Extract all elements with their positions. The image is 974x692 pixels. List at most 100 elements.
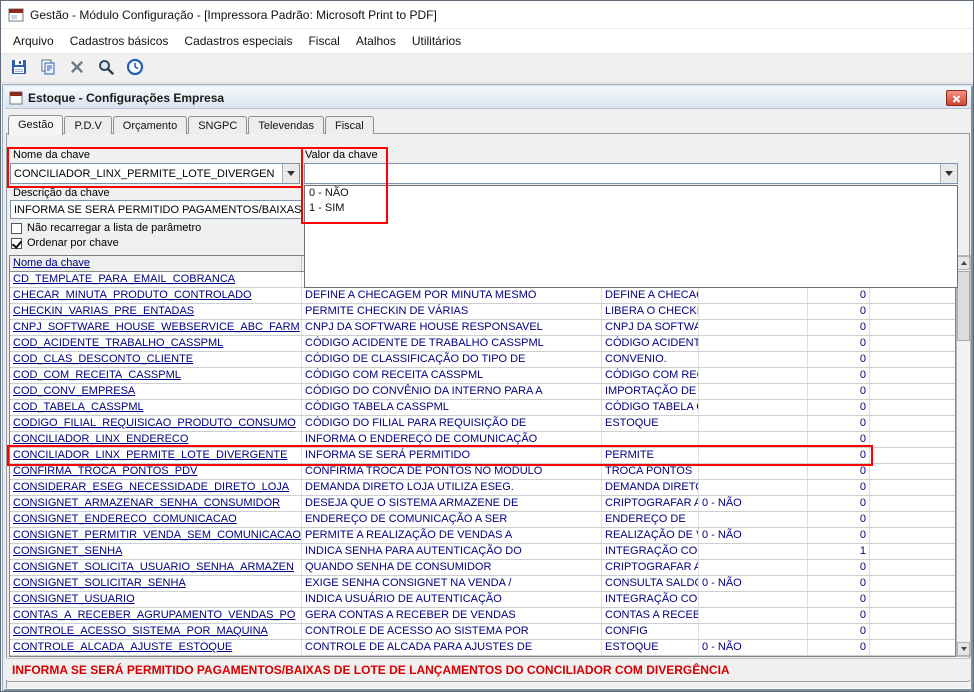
- scrollbar-down-button[interactable]: [957, 642, 970, 656]
- key-name-combobox[interactable]: CONCILIADOR_LINX_PERMITE_LOTE_DIVERGEN: [10, 163, 300, 184]
- grid-row[interactable]: CONSIGNET_USUARIOINDICA USUÁRIO DE AUTEN…: [10, 592, 955, 608]
- save-button[interactable]: [6, 56, 32, 80]
- grid-cell: [870, 320, 955, 335]
- scrollbar-up-button[interactable]: [957, 256, 970, 270]
- save-icon: [10, 58, 28, 79]
- grid-cell: 0: [808, 320, 870, 335]
- grid-cell: [699, 400, 808, 415]
- grid-row[interactable]: CONSIGNET_SOLICITAR_SENHAEXIGE SENHA CON…: [10, 576, 955, 592]
- search-button[interactable]: [93, 56, 119, 80]
- menu-item-arquivo[interactable]: Arquivo: [5, 29, 62, 53]
- key-name-value: CONCILIADOR_LINX_PERMITE_LOTE_DIVERGEN: [11, 168, 274, 180]
- grid-cell: [870, 640, 955, 655]
- grid-cell: CONTROLE_ALCADA_AJUSTE_ESTOQUE: [10, 640, 302, 655]
- grid-cell: CÓDIGO COM RECEITA CASSPML: [302, 368, 602, 383]
- grid-row[interactable]: CONTROLE_ACESSO_SISTEMA_POR_MAQUINACONTR…: [10, 624, 955, 640]
- menu-item-utilitarios[interactable]: Utilitários: [404, 29, 469, 53]
- tab-orcamento[interactable]: Orçamento: [113, 116, 187, 134]
- delete-button[interactable]: [64, 56, 90, 80]
- key-value-combobox[interactable]: [304, 163, 958, 184]
- scrollbar-thumb[interactable]: [957, 271, 970, 341]
- bottom-panel: [6, 681, 970, 689]
- tab-televendas[interactable]: Televendas: [248, 116, 324, 134]
- dropdown-option-1-sim[interactable]: 1 - SIM: [305, 201, 957, 216]
- grid-row[interactable]: CNPJ_SOFTWARE_HOUSE_WEBSERVICE_ABC_FARMC…: [10, 320, 955, 336]
- grid-cell: CONTAS A RECEBER: [602, 608, 699, 623]
- grid-row[interactable]: CONSIGNET_ARMAZENAR_SENHA_CONSUMIDORDESE…: [10, 496, 955, 512]
- menu-item-fiscal[interactable]: Fiscal: [300, 29, 347, 53]
- grid-row[interactable]: CONSIGNET_PERMITIR_VENDA_SEM_COMUNICACAO…: [10, 528, 955, 544]
- grid-cell: QUANDO SENHA DE CONSUMIDOR: [302, 560, 602, 575]
- window-titlebar: Gestão - Módulo Configuração - [Impresso…: [1, 1, 973, 29]
- grid-cell: GERA CONTAS A RECEBER DE VENDAS: [302, 608, 602, 623]
- tab-p-d-v[interactable]: P.D.V: [64, 116, 111, 134]
- grid-row[interactable]: CONTROLE_ALCADA_AJUSTE_ESTOQUECONTROLE D…: [10, 640, 955, 656]
- grid-row[interactable]: COD_COM_RECEITA_CASSPMLCÓDIGO COM RECEIT…: [10, 368, 955, 384]
- grid-cell: 0: [808, 560, 870, 575]
- toolbar: [1, 53, 973, 83]
- grid-cell: 0: [808, 400, 870, 415]
- dialog-titlebar[interactable]: Estoque - Configurações Empresa: [5, 87, 971, 109]
- arrow-up-icon: [961, 261, 967, 265]
- grid-row[interactable]: CONSIGNET_ENDERECO_COMUNICACAOENDEREÇO D…: [10, 512, 955, 528]
- history-button[interactable]: [122, 56, 148, 80]
- dropdown-option-0-nao[interactable]: 0 - NÃO: [305, 186, 957, 201]
- grid-row[interactable]: CODIGO_FILIAL_REQUISICAO_PRODUTO_CONSUMO…: [10, 416, 955, 432]
- grid-row[interactable]: CHECAR_MINUTA_PRODUTO_CONTROLADODEFINE A…: [10, 288, 955, 304]
- grid-row[interactable]: COD_TABELA_CASSPMLCÓDIGO TABELA CASSPMLC…: [10, 400, 955, 416]
- grid-cell: [870, 416, 955, 431]
- grid-cell: [699, 416, 808, 431]
- grid-row[interactable]: CONCILIADOR_LINX_ENDERECOINFORMA O ENDER…: [10, 432, 955, 448]
- grid-cell: [870, 512, 955, 527]
- grid-row[interactable]: CHECKIN_VARIAS_PRE_ENTADASPERMITE CHECKI…: [10, 304, 955, 320]
- tab-strip: GestãoP.D.VOrçamentoSNGPCTelevendasFisca…: [8, 112, 375, 134]
- chevron-down-icon: [287, 171, 295, 176]
- grid-row[interactable]: COD_CLAS_DESCONTO_CLIENTECÓDIGO DE CLASS…: [10, 352, 955, 368]
- checkbox-label: Não recarregar a lista de parâmetro: [27, 222, 201, 234]
- grid-row[interactable]: CONSIDERAR_ESEG_NECESSIDADE_DIRETO_LOJAD…: [10, 480, 955, 496]
- grid-header-key[interactable]: Nome da chave: [10, 256, 302, 271]
- tab-fiscal[interactable]: Fiscal: [325, 116, 374, 134]
- parameters-grid: Nome da chave CD_TEMPLATE_PARA_EMAIL_COB…: [9, 255, 956, 657]
- grid-cell: TROCA PONTOS: [602, 464, 699, 479]
- grid-cell: CONSIGNET_SOLICITAR_SENHA: [10, 576, 302, 591]
- value-dropdown-list[interactable]: 0 - NÃO1 - SIM: [304, 185, 958, 288]
- grid-cell: ENDEREÇO DE: [602, 512, 699, 527]
- grid-row[interactable]: CONSIGNET_SOLICITA_USUARIO_SENHA_ARMAZEN…: [10, 560, 955, 576]
- description-label: Descrição da chave: [13, 187, 110, 199]
- grid-cell: COD_CONV_EMPRESA: [10, 384, 302, 399]
- tab-gestao[interactable]: Gestão: [8, 115, 63, 135]
- grid-vertical-scrollbar[interactable]: [956, 255, 971, 657]
- grid-row-highlighted[interactable]: CONCILIADOR_LINX_PERMITE_LOTE_DIVERGENTE…: [10, 448, 955, 464]
- grid-cell: CÓDIGO TABELA CASSPML: [302, 400, 602, 415]
- grid-cell: [699, 304, 808, 319]
- menu-item-cadastros-especiais[interactable]: Cadastros especiais: [176, 29, 300, 53]
- grid-cell: [870, 624, 955, 639]
- description-value: INFORMA SE SERÁ PERMITIDO PAGAMENTOS/BAI…: [11, 204, 301, 216]
- grid-row[interactable]: CONFIRMA_TROCA_PONTOS_PDVCONFIRMA TROCA …: [10, 464, 955, 480]
- menu-item-cadastros-basicos[interactable]: Cadastros básicos: [62, 29, 177, 53]
- grid-cell: 0: [808, 528, 870, 543]
- key-value-dropdown-button[interactable]: [940, 164, 957, 183]
- grid-cell: LIBERA O CHECKIN DE: [602, 304, 699, 319]
- grid-cell: [870, 480, 955, 495]
- grid-cell: CRIPTOGRAFAR A SENHA: [602, 496, 699, 511]
- checkbox-no-reload[interactable]: Não recarregar a lista de parâmetro: [11, 222, 201, 234]
- key-name-dropdown-button[interactable]: [282, 164, 299, 183]
- grid-cell: CONSIGNET_SOLICITA_USUARIO_SENHA_ARMAZEN: [10, 560, 302, 575]
- close-button[interactable]: [946, 90, 967, 106]
- checkbox-order-by-key[interactable]: Ordenar por chave: [11, 237, 119, 249]
- grid-row[interactable]: CONTAS_A_RECEBER_AGRUPAMENTO_VENDAS_POGE…: [10, 608, 955, 624]
- grid-cell: CHECKIN_VARIAS_PRE_ENTADAS: [10, 304, 302, 319]
- menu-item-atalhos[interactable]: Atalhos: [348, 29, 404, 53]
- grid-cell: CÓDIGO DE CLASSIFICAÇÃO DO TIPO DE: [302, 352, 602, 367]
- grid-row[interactable]: CONSIGNET_SENHAINDICA SENHA PARA AUTENTI…: [10, 544, 955, 560]
- grid-cell: INDICA SENHA PARA AUTENTICAÇÃO DO: [302, 544, 602, 559]
- tab-sngpc[interactable]: SNGPC: [188, 116, 247, 134]
- grid-row[interactable]: COD_ACIDENTE_TRABALHO_CASSPMLCÓDIGO ACID…: [10, 336, 955, 352]
- grid-cell: COD_CLAS_DESCONTO_CLIENTE: [10, 352, 302, 367]
- grid-row[interactable]: COD_CONV_EMPRESACÓDIGO DO CONVÊNIO DA IN…: [10, 384, 955, 400]
- grid-cell: [699, 592, 808, 607]
- copy-button[interactable]: [35, 56, 61, 80]
- description-field[interactable]: INFORMA SE SERÁ PERMITIDO PAGAMENTOS/BAI…: [10, 200, 303, 219]
